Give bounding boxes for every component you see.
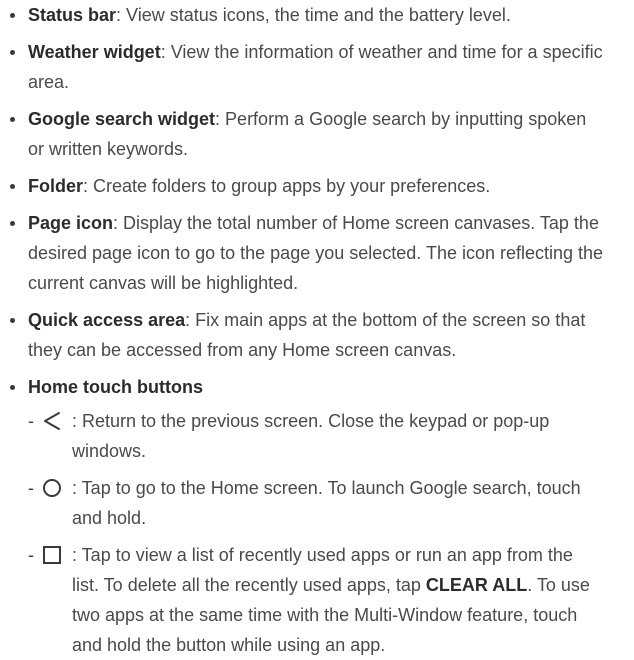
sub-item-back: - : Return to the previous screen. Close… xyxy=(28,406,604,466)
home-touch-buttons-list: - : Return to the previous screen. Close… xyxy=(28,406,604,660)
item-term: Folder xyxy=(28,176,84,196)
clear-all-label: CLEAR ALL xyxy=(425,575,528,595)
list-item-google-search-widget: Google search widget: Perform a Google s… xyxy=(10,104,604,164)
back-triangle-icon xyxy=(42,411,62,431)
sub-item-text: : Return to the previous screen. Close t… xyxy=(72,411,550,461)
list-item-weather-widget: Weather widget: View the information of … xyxy=(10,37,604,97)
item-term: Status bar xyxy=(28,5,117,25)
list-item-folder: Folder: Create folders to group apps by … xyxy=(10,171,604,201)
sub-item-home: - : Tap to go to the Home screen. To lau… xyxy=(28,473,604,533)
item-term: Page icon xyxy=(28,213,114,233)
dash-marker: - xyxy=(28,411,34,431)
item-term: Google search widget xyxy=(28,109,216,129)
item-term: Quick access area xyxy=(28,310,186,330)
home-screen-items-list: Status bar: View status icons, the time … xyxy=(10,0,604,660)
item-description: : View status icons, the time and the ba… xyxy=(116,5,511,25)
home-circle-icon xyxy=(42,478,62,498)
list-item-home-touch-buttons: Home touch buttons - : Return to the pre… xyxy=(10,372,604,660)
recent-square-icon xyxy=(42,545,62,565)
list-item-page-icon: Page icon: Display the total number of H… xyxy=(10,208,604,298)
item-description: : Create folders to group apps by your p… xyxy=(83,176,491,196)
dash-marker: - xyxy=(28,545,34,565)
item-description: : Display the total number of Home scree… xyxy=(28,213,604,293)
dash-marker: - xyxy=(28,478,34,498)
manual-page: Status bar: View status icons, the time … xyxy=(0,0,634,655)
sub-item-recent: - : Tap to view a list of recently used … xyxy=(28,540,604,660)
item-term: Weather widget xyxy=(28,42,161,62)
sub-item-text: : Tap to go to the Home screen. To launc… xyxy=(72,478,581,528)
item-term: Home touch buttons xyxy=(28,377,203,397)
list-item-status-bar: Status bar: View status icons, the time … xyxy=(10,0,604,30)
list-item-quick-access-area: Quick access area: Fix main apps at the … xyxy=(10,305,604,365)
